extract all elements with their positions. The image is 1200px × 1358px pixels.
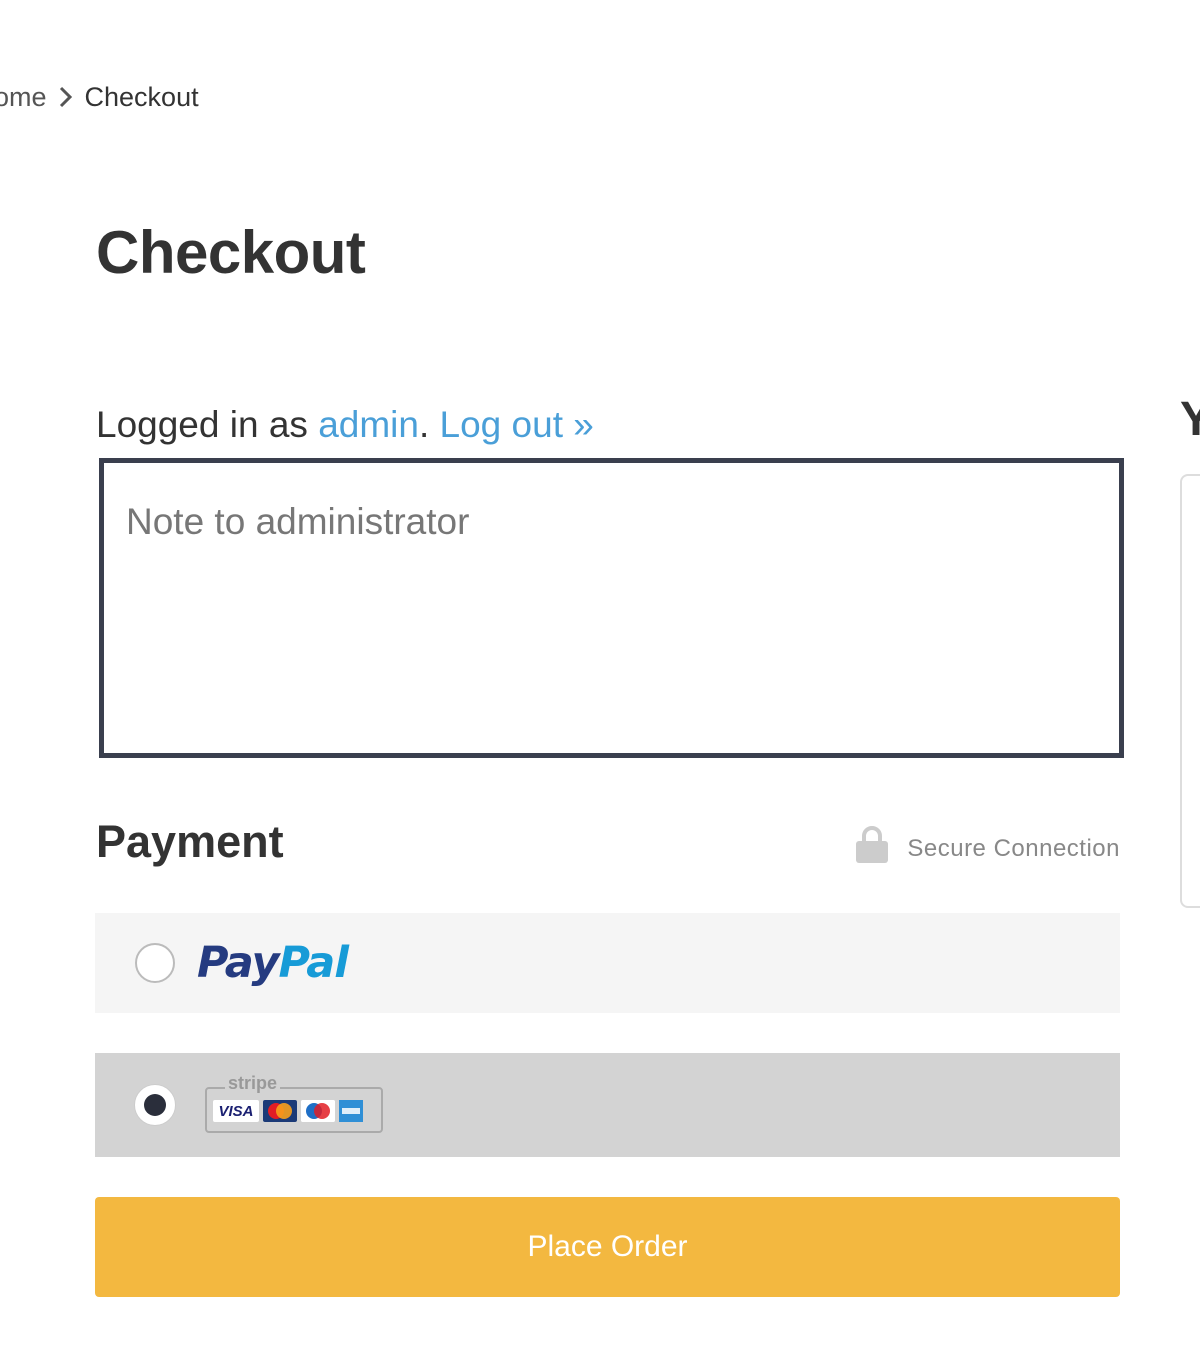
page-title: Checkout bbox=[96, 219, 366, 286]
username-link[interactable]: admin bbox=[318, 404, 419, 445]
order-summary-panel bbox=[1180, 474, 1200, 908]
payment-option-stripe[interactable]: stripe VISA bbox=[95, 1053, 1120, 1157]
breadcrumb-home-link[interactable]: ome bbox=[0, 82, 47, 113]
secure-connection-label: Secure Connection bbox=[907, 834, 1120, 862]
logout-link[interactable]: Log out » bbox=[440, 404, 594, 445]
breadcrumb: ome Checkout bbox=[0, 80, 199, 114]
chevron-right-icon bbox=[49, 80, 83, 114]
stripe-word: stripe bbox=[225, 1073, 281, 1094]
amex-card-icon bbox=[339, 1100, 363, 1122]
radio-selected-dot bbox=[144, 1094, 166, 1116]
paypal-logo-part2: Pal bbox=[278, 938, 350, 988]
place-order-button[interactable]: Place Order bbox=[95, 1197, 1120, 1297]
payment-option-paypal[interactable]: PayPal bbox=[95, 913, 1120, 1013]
paypal-logo-part1: Pay bbox=[197, 938, 279, 988]
paypal-logo: PayPal bbox=[197, 938, 350, 988]
visa-card-icon: VISA bbox=[213, 1100, 259, 1122]
login-status: Logged in as admin. Log out » bbox=[96, 404, 594, 446]
secure-connection: Secure Connection bbox=[855, 826, 1120, 871]
login-prefix: Logged in as bbox=[96, 404, 319, 445]
lock-icon bbox=[855, 826, 889, 871]
maestro-card-icon bbox=[301, 1100, 335, 1122]
paypal-radio[interactable] bbox=[135, 943, 175, 983]
stripe-radio[interactable] bbox=[135, 1085, 175, 1125]
stripe-card-badge: stripe VISA bbox=[205, 1073, 383, 1133]
note-to-administrator-input[interactable] bbox=[99, 458, 1124, 758]
order-summary-heading: Y bbox=[1180, 393, 1200, 446]
mastercard-card-icon bbox=[263, 1100, 297, 1122]
breadcrumb-current: Checkout bbox=[84, 81, 199, 112]
checkout-page: ome Checkout Checkout Logged in as admin… bbox=[0, 0, 1200, 1358]
payment-heading: Payment bbox=[96, 816, 284, 867]
login-separator: . bbox=[418, 404, 440, 445]
